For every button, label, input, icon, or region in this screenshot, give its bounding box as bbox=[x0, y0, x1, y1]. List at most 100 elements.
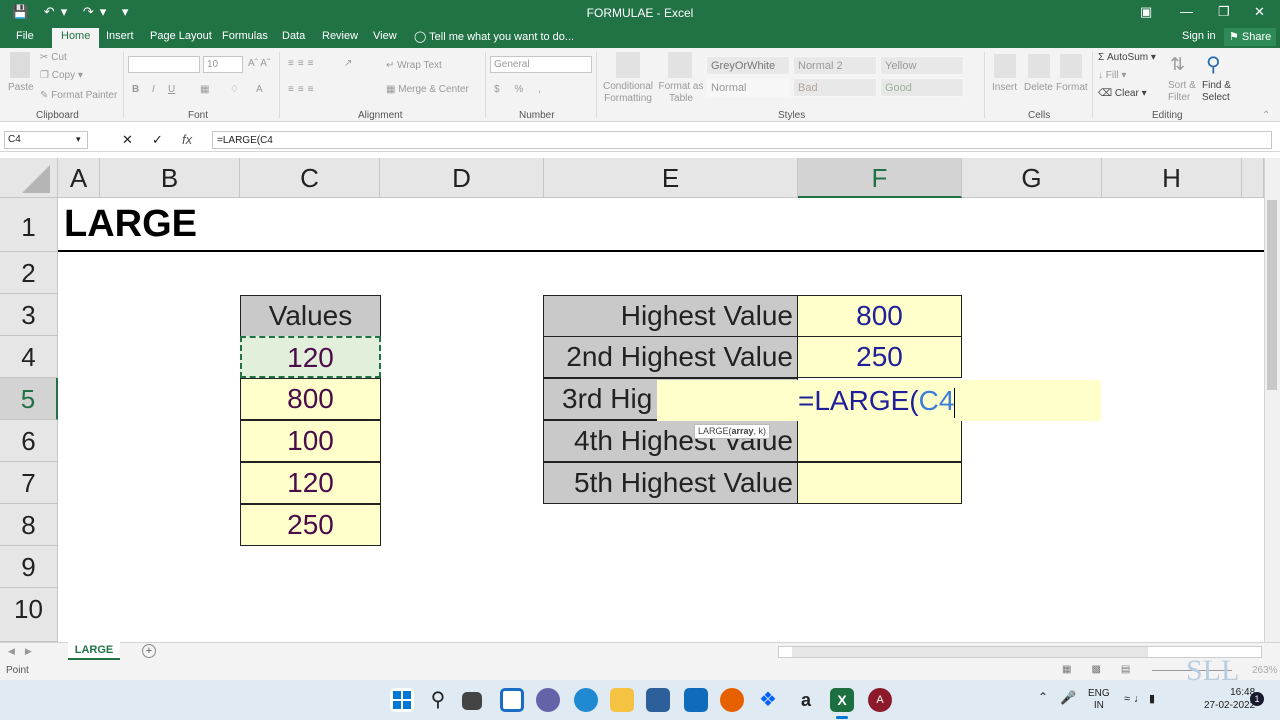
value-cell-c8[interactable]: 250 bbox=[240, 504, 381, 546]
insert-function-icon[interactable]: fx bbox=[182, 132, 192, 147]
language-indicator[interactable]: ENG IN bbox=[1088, 688, 1110, 712]
font-color-icon[interactable]: A bbox=[256, 84, 263, 95]
cell-editor-formula[interactable]: =LARGE(C4 bbox=[798, 380, 956, 421]
microphone-icon[interactable]: 🎤 bbox=[1060, 690, 1076, 706]
restore-icon[interactable]: ❐ bbox=[1218, 4, 1230, 20]
tab-view[interactable]: View bbox=[373, 30, 397, 42]
column-header[interactable]: B bbox=[100, 158, 240, 198]
delete-cells-button[interactable]: Delete bbox=[1024, 82, 1053, 93]
font-grow-shrink-icons[interactable]: Aˆ Aˇ bbox=[248, 58, 270, 69]
style-normal[interactable]: Normal bbox=[706, 78, 790, 97]
tab-page-layout[interactable]: Page Layout bbox=[150, 30, 212, 42]
bold-icon[interactable]: B bbox=[132, 84, 139, 95]
collapse-ribbon-icon[interactable]: ⌃ bbox=[1262, 110, 1270, 121]
clock[interactable]: 16:48 27-02-2022 bbox=[1204, 686, 1255, 712]
edge-icon[interactable] bbox=[574, 688, 598, 712]
label-cell[interactable]: 5th Highest Value bbox=[543, 462, 798, 504]
notification-badge[interactable]: 1 bbox=[1250, 692, 1264, 706]
row-header[interactable]: 4 bbox=[0, 336, 58, 378]
value-cell-c7[interactable]: 120 bbox=[240, 462, 381, 504]
store-icon[interactable] bbox=[646, 688, 670, 712]
style-greyorwhite[interactable]: GreyOrWhite bbox=[706, 56, 790, 75]
amazon-icon[interactable]: a bbox=[794, 688, 818, 712]
row-header[interactable]: 2 bbox=[0, 252, 58, 294]
orientation-icon[interactable]: ↗ bbox=[344, 58, 352, 69]
font-size-box[interactable]: 10 bbox=[203, 56, 243, 73]
chat-icon[interactable] bbox=[536, 688, 560, 712]
tray-chevron-icon[interactable]: ⌃ bbox=[1038, 690, 1048, 704]
result-cell-f4[interactable]: 250 bbox=[797, 336, 962, 378]
tab-formulas[interactable]: Formulas bbox=[222, 30, 268, 42]
fill-button[interactable]: ↓ Fill ▾ bbox=[1098, 70, 1126, 81]
result-cell-f3[interactable]: 800 bbox=[797, 295, 962, 337]
cut-button[interactable]: ✂ Cut bbox=[40, 52, 67, 63]
values-header[interactable]: Values bbox=[240, 295, 381, 337]
paste-icon[interactable] bbox=[10, 52, 30, 78]
row-header[interactable]: 9 bbox=[0, 546, 58, 588]
format-painter-button[interactable]: ✎ Format Painter bbox=[40, 90, 117, 101]
sheet-title[interactable]: LARGE bbox=[64, 203, 197, 246]
excel-taskbar-icon[interactable]: X bbox=[830, 688, 854, 712]
task-view-icon[interactable] bbox=[462, 692, 482, 710]
view-mode-icons[interactable]: ▦▩▤ bbox=[1062, 664, 1150, 675]
sheet-nav-arrows[interactable]: ◀▶ bbox=[8, 646, 42, 657]
sort-filter-icon[interactable]: ⇅ bbox=[1170, 54, 1185, 75]
delete-cells-icon[interactable] bbox=[1028, 54, 1050, 78]
start-icon[interactable] bbox=[390, 688, 414, 712]
format-as-table-icon[interactable] bbox=[668, 52, 692, 78]
italic-icon[interactable]: I bbox=[152, 84, 155, 95]
column-header[interactable]: F bbox=[798, 158, 962, 198]
row-header[interactable]: 6 bbox=[0, 420, 58, 462]
row-header[interactable]: 7 bbox=[0, 462, 58, 504]
column-header[interactable]: C bbox=[240, 158, 380, 198]
conditional-formatting-button[interactable]: Conditional Formatting bbox=[600, 81, 656, 105]
tab-review[interactable]: Review bbox=[322, 30, 358, 42]
number-format-box[interactable]: General bbox=[490, 56, 592, 73]
row-header[interactable]: 5 bbox=[0, 378, 58, 420]
search-icon[interactable]: ⚲ bbox=[426, 688, 450, 712]
result-cell-f6[interactable] bbox=[797, 420, 962, 462]
column-header-partial[interactable] bbox=[1242, 158, 1264, 198]
widgets-icon[interactable] bbox=[500, 688, 524, 712]
fill-color-icon[interactable]: ♢ bbox=[230, 84, 239, 95]
tab-data[interactable]: Data bbox=[282, 30, 305, 42]
align-top-icons[interactable]: ≡≡≡ bbox=[288, 58, 318, 69]
row-header[interactable]: 10 bbox=[0, 588, 58, 642]
clear-button[interactable]: ⌫ Clear ▾ bbox=[1098, 88, 1147, 99]
name-box-dropdown-icon[interactable]: ▾ bbox=[76, 134, 81, 145]
column-header[interactable]: E bbox=[544, 158, 798, 198]
ribbon-display-icon[interactable]: ▣ bbox=[1140, 4, 1152, 20]
value-cell-c4[interactable]: 120 bbox=[240, 336, 381, 378]
formula-input[interactable]: =LARGE(C4 bbox=[212, 131, 1272, 149]
number-format-icons[interactable]: $ % , bbox=[494, 84, 547, 95]
cancel-icon[interactable]: ✕ bbox=[122, 132, 133, 148]
zoom-level[interactable]: 263% bbox=[1252, 665, 1278, 676]
copy-button[interactable]: ❐ Copy ▾ bbox=[40, 70, 83, 81]
dropbox-icon[interactable]: ❖ bbox=[756, 688, 780, 712]
close-icon[interactable]: ✕ bbox=[1254, 4, 1265, 20]
format-cells-icon[interactable] bbox=[1060, 54, 1082, 78]
column-header[interactable]: H bbox=[1102, 158, 1242, 198]
style-normal-2[interactable]: Normal 2 bbox=[793, 56, 877, 75]
enter-icon[interactable]: ✓ bbox=[152, 132, 163, 148]
underline-icon[interactable]: U bbox=[168, 84, 175, 95]
value-cell-c5[interactable]: 800 bbox=[240, 378, 381, 420]
value-cell-c6[interactable]: 100 bbox=[240, 420, 381, 462]
column-header[interactable]: A bbox=[58, 158, 100, 198]
vertical-scroll-thumb[interactable] bbox=[1267, 200, 1277, 390]
row-header[interactable]: 8 bbox=[0, 504, 58, 546]
autosum-button[interactable]: Σ AutoSum ▾ bbox=[1098, 52, 1156, 63]
mail-icon[interactable] bbox=[684, 688, 708, 712]
label-cell[interactable]: 2nd Highest Value bbox=[543, 336, 798, 378]
share-button[interactable]: ⚑ Share bbox=[1224, 28, 1277, 46]
paste-button[interactable]: Paste bbox=[8, 82, 34, 93]
label-cell[interactable]: Highest Value bbox=[543, 295, 798, 337]
user-app-icon[interactable]: A bbox=[868, 688, 892, 712]
wrap-text-button[interactable]: ↵ Wrap Text bbox=[386, 60, 442, 71]
border-icon[interactable]: ▦ bbox=[200, 84, 209, 95]
style-yellow[interactable]: Yellow bbox=[880, 56, 964, 75]
insert-cells-button[interactable]: Insert bbox=[992, 82, 1017, 93]
find-select-button[interactable]: Find & Select bbox=[1202, 80, 1242, 104]
conditional-formatting-icon[interactable] bbox=[616, 52, 640, 78]
sort-filter-button[interactable]: Sort & Filter bbox=[1168, 80, 1198, 104]
